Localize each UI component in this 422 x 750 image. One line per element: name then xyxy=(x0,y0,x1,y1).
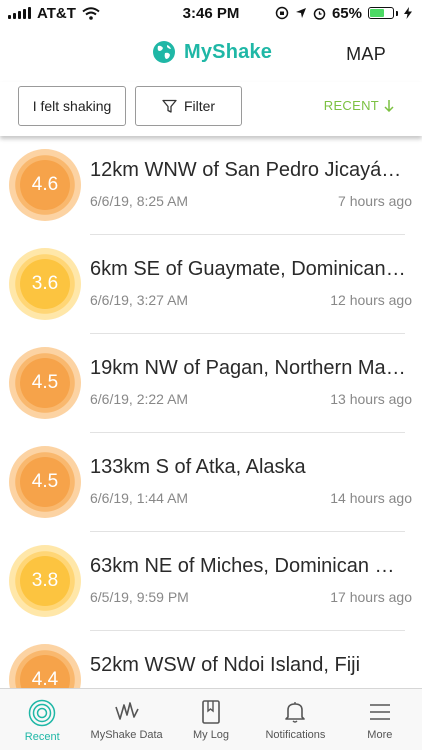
magnitude-value: 3.6 xyxy=(20,259,70,309)
earthquake-location: 19km NW of Pagan, Northern Mariana Islan… xyxy=(90,357,408,379)
earthquake-list-item[interactable]: 4.4 52km WSW of Ndoi Island, Fiji xyxy=(0,631,422,688)
tab-recent[interactable]: Recent xyxy=(0,689,84,750)
earthquake-time-ago: 13 hours ago xyxy=(330,391,412,407)
earthquake-location: 12km WNW of San Pedro Jicayán, Mexico xyxy=(90,159,408,181)
magnitude-badge: 4.6 xyxy=(9,149,81,221)
status-left: AT&T xyxy=(8,5,100,22)
tab-my-log[interactable]: My Log xyxy=(169,689,253,750)
battery-icon xyxy=(368,7,398,19)
felt-shaking-button[interactable]: I felt shaking xyxy=(18,86,126,126)
battery-percent: 65% xyxy=(331,4,362,22)
magnitude-value: 4.5 xyxy=(20,457,70,507)
earthquake-date: 6/6/19, 8:25 AM xyxy=(90,193,189,209)
globe-icon xyxy=(153,41,175,63)
notebook-icon xyxy=(202,700,220,724)
app-title: MyShake xyxy=(184,40,273,63)
tab-more[interactable]: More xyxy=(338,689,422,750)
felt-shaking-label: I felt shaking xyxy=(32,98,112,114)
magnitude-badge: 3.6 xyxy=(9,248,81,320)
map-button[interactable]: MAP xyxy=(346,44,386,65)
status-right: 65% xyxy=(275,5,412,22)
earthquake-location: 52km WSW of Ndoi Island, Fiji xyxy=(90,654,361,676)
toolbar: I felt shaking Filter RECENT xyxy=(0,82,422,136)
status-bar: AT&T 3:46 PM 65% xyxy=(0,0,422,26)
seismograph-icon xyxy=(114,702,139,720)
wifi-icon xyxy=(82,6,100,20)
earthquake-time-ago: 17 hours ago xyxy=(330,589,412,605)
alarm-clock-icon xyxy=(313,7,326,20)
magnitude-badge: 4.5 xyxy=(9,347,81,419)
tab-myshake-data-label: MyShake Data xyxy=(90,729,163,741)
app-header: MyShake MAP xyxy=(0,26,422,82)
tab-more-label: More xyxy=(367,729,393,741)
magnitude-badge: 4.4 xyxy=(9,644,81,688)
location-arrow-icon xyxy=(295,8,306,18)
tab-bar: Recent MyShake Data My Log Notifications… xyxy=(0,688,422,750)
earthquake-time-ago: 7 hours ago xyxy=(338,193,412,209)
earthquake-location: 63km NE of Miches, Dominican Republic xyxy=(90,555,408,577)
tab-notifications-label: Notifications xyxy=(265,729,326,741)
magnitude-badge: 3.8 xyxy=(9,545,81,617)
earthquake-time-ago: 14 hours ago xyxy=(330,490,412,506)
earthquake-list-item[interactable]: 3.8 63km NE of Miches, Dominican Republi… xyxy=(0,532,422,631)
tab-my-log-label: My Log xyxy=(192,729,230,741)
sort-label: RECENT xyxy=(323,98,379,113)
target-icon xyxy=(28,699,56,727)
earthquake-list-item[interactable]: 4.6 12km WNW of San Pedro Jicayán, Mexic… xyxy=(0,136,422,235)
magnitude-value: 4.5 xyxy=(20,358,70,408)
magnitude-value: 3.8 xyxy=(20,556,70,606)
earthquake-time-ago: 12 hours ago xyxy=(330,292,412,308)
filter-label: Filter xyxy=(183,98,216,114)
magnitude-value: 4.4 xyxy=(20,655,70,688)
magnitude-badge: 4.5 xyxy=(9,446,81,518)
arrow-down-icon xyxy=(384,99,394,112)
earthquake-list-item[interactable]: 4.5 133km S of Atka, Alaska 6/6/19, 1:44… xyxy=(0,433,422,532)
carrier-name: AT&T xyxy=(37,4,76,22)
signal-strength-icon xyxy=(8,7,31,19)
earthquake-location: 6km SE of Guaymate, Dominican Republic xyxy=(90,258,408,280)
tab-recent-label: Recent xyxy=(24,731,60,743)
earthquake-location: 133km S of Atka, Alaska xyxy=(90,456,306,478)
sort-recent-button[interactable]: RECENT xyxy=(324,98,394,113)
earthquake-list-item[interactable]: 3.6 6km SE of Guaymate, Dominican Republ… xyxy=(0,235,422,334)
magnitude-value: 4.6 xyxy=(20,160,70,210)
earthquake-date: 6/6/19, 3:27 AM xyxy=(90,292,189,308)
earthquake-date: 6/6/19, 1:44 AM xyxy=(90,490,189,506)
filter-button[interactable]: Filter xyxy=(135,86,242,126)
menu-icon xyxy=(369,704,390,720)
charging-bolt-icon xyxy=(404,7,412,19)
earthquake-list[interactable]: 4.6 12km WNW of San Pedro Jicayán, Mexic… xyxy=(0,136,422,688)
bell-icon xyxy=(285,702,306,723)
earthquake-date: 6/6/19, 2:22 AM xyxy=(90,391,189,407)
tab-notifications[interactable]: Notifications xyxy=(253,689,337,750)
funnel-icon xyxy=(162,99,177,113)
orientation-lock-icon xyxy=(275,6,289,20)
earthquake-list-item[interactable]: 4.5 19km NW of Pagan, Northern Mariana I… xyxy=(0,334,422,433)
tab-myshake-data[interactable]: MyShake Data xyxy=(84,689,168,750)
brand: MyShake xyxy=(152,40,272,64)
battery-fill xyxy=(370,9,385,17)
earthquake-date: 6/5/19, 9:59 PM xyxy=(90,589,189,605)
